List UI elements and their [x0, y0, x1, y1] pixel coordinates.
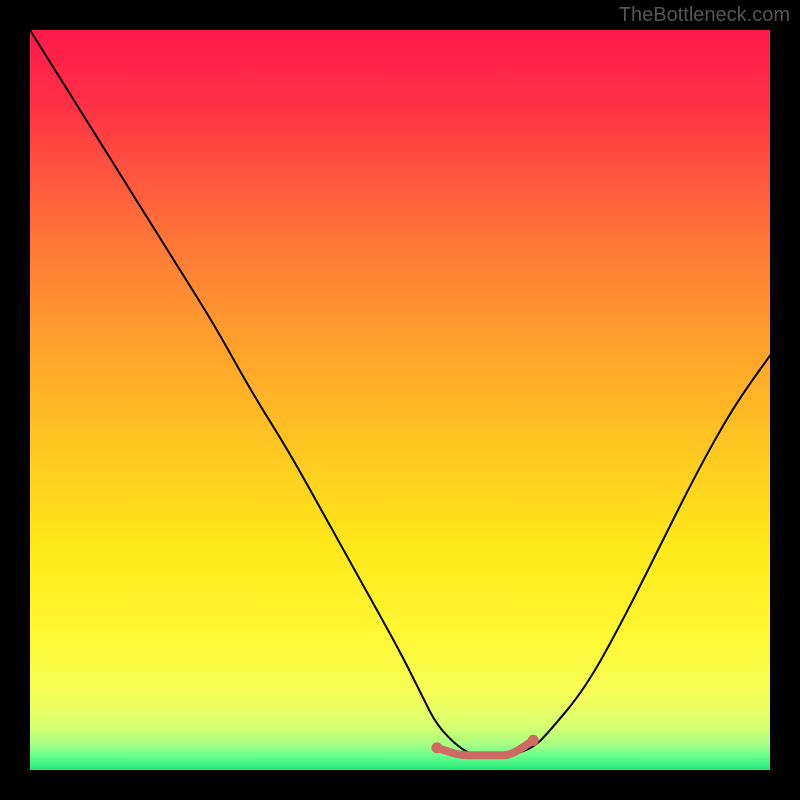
- plot-area: [30, 30, 770, 770]
- series-marker: [431, 742, 442, 753]
- series-optimal-range-marker: [437, 740, 533, 755]
- chart-curve-layer: [30, 30, 770, 770]
- series-marker: [528, 735, 539, 746]
- series-bottleneck-curve: [30, 30, 770, 755]
- watermark: TheBottleneck.com: [619, 4, 790, 27]
